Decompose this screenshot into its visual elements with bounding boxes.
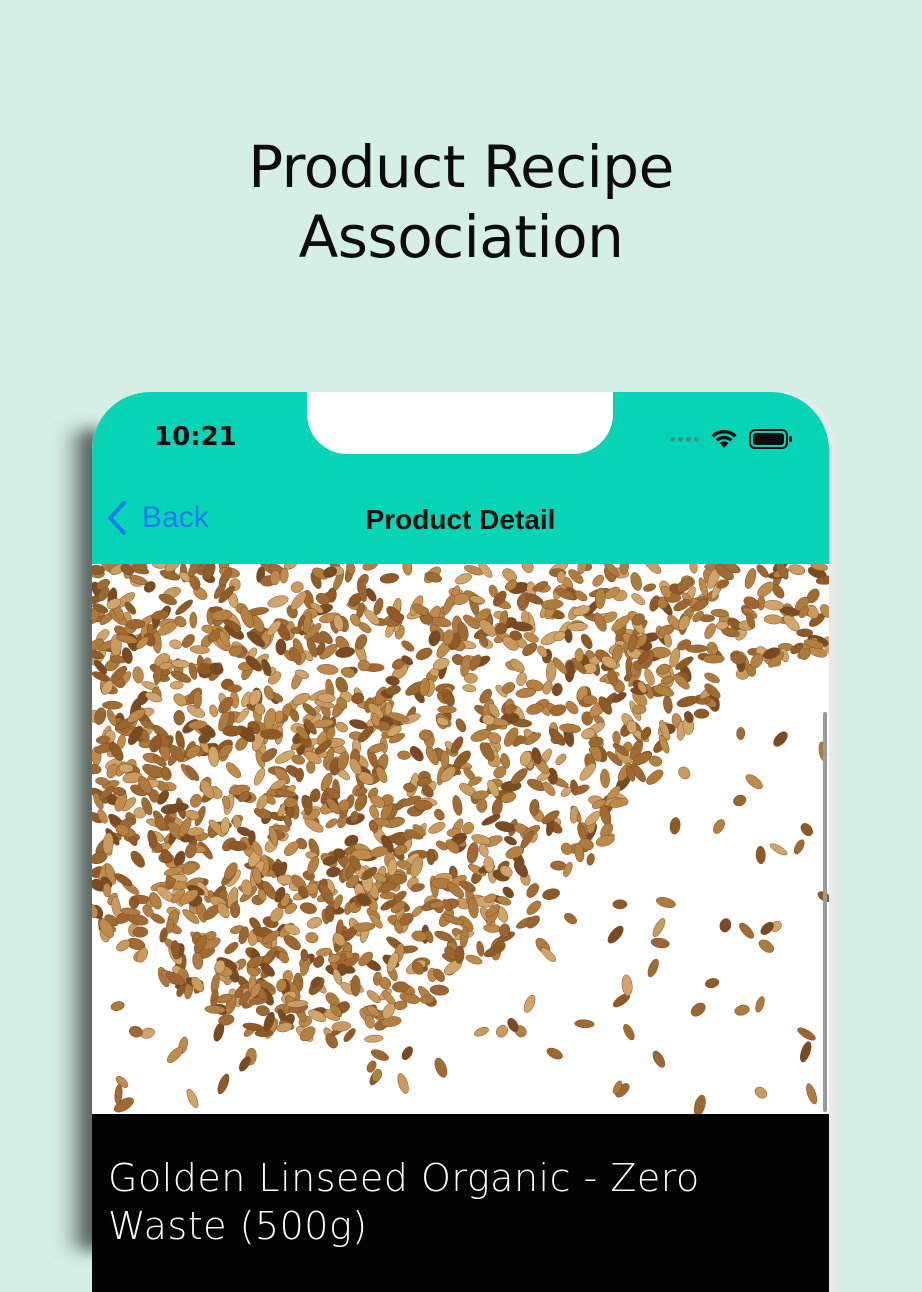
product-name: Golden Linseed Organic - Zero Waste (500… — [108, 1156, 700, 1248]
phone-notch — [307, 392, 613, 454]
headline-line-1: Product Recipe — [248, 133, 674, 201]
navigation-bar: Back Product Detail — [92, 492, 829, 552]
nav-title: Product Detail — [365, 504, 556, 535]
headline-line-2: Association — [298, 203, 624, 271]
status-icons — [670, 428, 793, 450]
scrollbar[interactable] — [823, 712, 827, 1112]
phone-screen: 10:21 Back Product Detail Golden Linseed… — [92, 392, 829, 1292]
battery-icon — [749, 428, 793, 450]
status-time: 10:21 — [154, 422, 237, 452]
app-header: 10:21 Back Product Detail — [92, 392, 829, 564]
linseed-seeds-image — [92, 564, 829, 1114]
product-info-bar: Golden Linseed Organic - Zero Waste (500… — [92, 1114, 829, 1292]
signal-icon — [670, 436, 699, 442]
phone-frame: 10:21 Back Product Detail Golden Linseed… — [92, 392, 837, 1292]
page-headline: Product Recipe Association — [0, 132, 922, 272]
wifi-icon — [709, 428, 739, 450]
